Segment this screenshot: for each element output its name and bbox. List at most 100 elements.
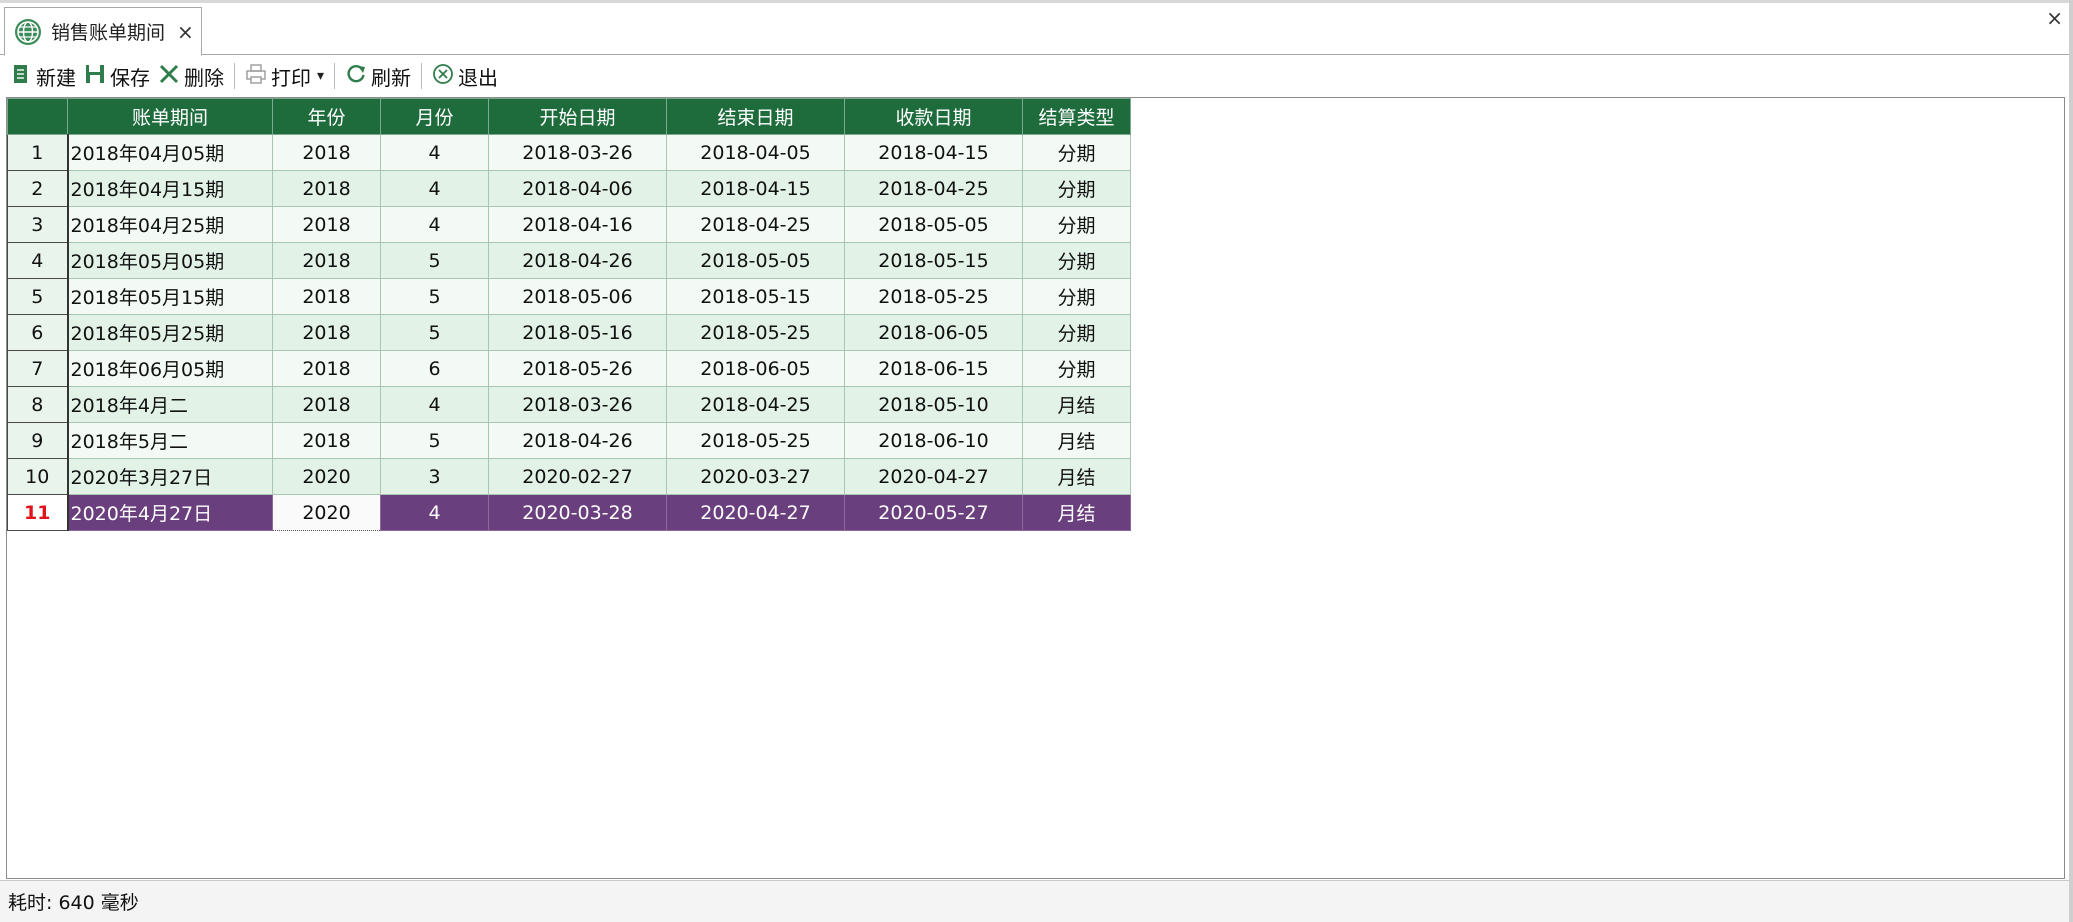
cell-settlement-type[interactable]: 分期 — [1022, 314, 1131, 351]
cell-year[interactable]: 2018 — [272, 170, 381, 207]
cell-month[interactable]: 3 — [380, 458, 489, 495]
row-number[interactable]: 7 — [7, 350, 69, 387]
cell-billing-period[interactable]: 2018年04月25期 — [67, 206, 273, 243]
tab-close-icon[interactable]: × — [177, 20, 194, 44]
cell-settlement-type[interactable]: 月结 — [1022, 458, 1131, 495]
cell-start-date[interactable]: 2018-04-06 — [488, 170, 667, 207]
cell-start-date[interactable]: 2018-03-26 — [488, 134, 667, 171]
cell-start-date[interactable]: 2018-04-16 — [488, 206, 667, 243]
cell-month[interactable]: 4 — [380, 170, 489, 207]
cell-billing-period[interactable]: 2018年05月05期 — [67, 242, 273, 279]
table-row[interactable]: 1 2018年04月05期 2018 4 2018-03-26 2018-04-… — [7, 134, 1131, 171]
cell-settlement-type[interactable]: 月结 — [1022, 386, 1131, 423]
cell-end-date[interactable]: 2018-05-15 — [666, 278, 845, 315]
cell-start-date[interactable]: 2020-02-27 — [488, 458, 667, 495]
cell-end-date[interactable]: 2018-04-05 — [666, 134, 845, 171]
new-button[interactable]: 新建 — [6, 58, 80, 94]
row-number[interactable]: 9 — [7, 422, 69, 459]
cell-billing-period[interactable]: 2020年4月27日 — [67, 494, 273, 531]
cell-year[interactable]: 2018 — [272, 350, 381, 387]
cell-settlement-type[interactable]: 分期 — [1022, 278, 1131, 315]
cell-payment-date[interactable]: 2018-04-15 — [844, 134, 1023, 171]
cell-end-date[interactable]: 2018-05-25 — [666, 314, 845, 351]
cell-payment-date[interactable]: 2018-06-05 — [844, 314, 1023, 351]
table-row[interactable]: 8 2018年4月二 2018 4 2018-03-26 2018-04-25 … — [7, 386, 1131, 423]
row-number[interactable]: 4 — [7, 242, 69, 279]
cell-month[interactable]: 4 — [380, 494, 489, 531]
chevron-down-icon[interactable]: ▾ — [317, 68, 324, 84]
cell-end-date[interactable]: 2018-05-05 — [666, 242, 845, 279]
cell-end-date[interactable]: 2018-04-15 — [666, 170, 845, 207]
table-row-selected[interactable]: 11 2020年4月27日 2020 4 2020-03-28 2020-04-… — [7, 494, 1131, 531]
cell-settlement-type[interactable]: 月结 — [1022, 494, 1131, 531]
cell-end-date[interactable]: 2020-04-27 — [666, 494, 845, 531]
cell-payment-date[interactable]: 2018-05-10 — [844, 386, 1023, 423]
cell-year[interactable]: 2018 — [272, 242, 381, 279]
cell-billing-period[interactable]: 2020年3月27日 — [67, 458, 273, 495]
cell-year-current[interactable]: 2020 — [272, 494, 381, 531]
cell-start-date[interactable]: 2018-04-26 — [488, 422, 667, 459]
cell-settlement-type[interactable]: 分期 — [1022, 206, 1131, 243]
cell-end-date[interactable]: 2018-04-25 — [666, 386, 845, 423]
cell-year[interactable]: 2018 — [272, 134, 381, 171]
table-row[interactable]: 6 2018年05月25期 2018 5 2018-05-16 2018-05-… — [7, 314, 1131, 351]
column-header-month[interactable]: 月份 — [380, 98, 489, 135]
cell-year[interactable]: 2018 — [272, 386, 381, 423]
cell-month[interactable]: 5 — [380, 278, 489, 315]
delete-button[interactable]: 删除 — [154, 58, 228, 94]
row-number[interactable]: 6 — [7, 314, 69, 351]
table-row[interactable]: 3 2018年04月25期 2018 4 2018-04-16 2018-04-… — [7, 206, 1131, 243]
cell-payment-date[interactable]: 2018-06-15 — [844, 350, 1023, 387]
cell-start-date[interactable]: 2018-04-26 — [488, 242, 667, 279]
cell-end-date[interactable]: 2020-03-27 — [666, 458, 845, 495]
column-header-settlement-type[interactable]: 结算类型 — [1022, 98, 1131, 135]
cell-payment-date[interactable]: 2018-05-15 — [844, 242, 1023, 279]
cell-month[interactable]: 4 — [380, 386, 489, 423]
cell-year[interactable]: 2020 — [272, 458, 381, 495]
table-row[interactable]: 7 2018年06月05期 2018 6 2018-05-26 2018-06-… — [7, 350, 1131, 387]
row-number[interactable]: 10 — [7, 458, 69, 495]
cell-settlement-type[interactable]: 分期 — [1022, 350, 1131, 387]
print-button[interactable]: 打印 ▾ — [241, 58, 328, 94]
column-header-year[interactable]: 年份 — [272, 98, 381, 135]
row-number[interactable]: 5 — [7, 278, 69, 315]
table-row[interactable]: 9 2018年5月二 2018 5 2018-04-26 2018-05-25 … — [7, 422, 1131, 459]
row-header-corner[interactable] — [7, 98, 68, 135]
cell-month[interactable]: 4 — [380, 134, 489, 171]
cell-start-date[interactable]: 2018-03-26 — [488, 386, 667, 423]
cell-settlement-type[interactable]: 分期 — [1022, 242, 1131, 279]
row-number[interactable]: 11 — [7, 494, 69, 531]
cell-month[interactable]: 4 — [380, 206, 489, 243]
cell-settlement-type[interactable]: 分期 — [1022, 170, 1131, 207]
cell-payment-date[interactable]: 2018-05-05 — [844, 206, 1023, 243]
table-row[interactable]: 10 2020年3月27日 2020 3 2020-02-27 2020-03-… — [7, 458, 1131, 495]
cell-year[interactable]: 2018 — [272, 206, 381, 243]
row-number[interactable]: 1 — [7, 134, 69, 171]
cell-billing-period[interactable]: 2018年4月二 — [67, 386, 273, 423]
column-header-start-date[interactable]: 开始日期 — [488, 98, 667, 135]
cell-start-date[interactable]: 2018-05-06 — [488, 278, 667, 315]
exit-button[interactable]: 退出 — [428, 58, 502, 94]
cell-year[interactable]: 2018 — [272, 278, 381, 315]
refresh-button[interactable]: 刷新 — [341, 58, 415, 94]
cell-year[interactable]: 2018 — [272, 314, 381, 351]
column-header-end-date[interactable]: 结束日期 — [666, 98, 845, 135]
cell-settlement-type[interactable]: 分期 — [1022, 134, 1131, 171]
cell-month[interactable]: 5 — [380, 314, 489, 351]
row-number[interactable]: 3 — [7, 206, 69, 243]
cell-end-date[interactable]: 2018-06-05 — [666, 350, 845, 387]
cell-payment-date[interactable]: 2018-06-10 — [844, 422, 1023, 459]
table-row[interactable]: 4 2018年05月05期 2018 5 2018-04-26 2018-05-… — [7, 242, 1131, 279]
row-number[interactable]: 2 — [7, 170, 69, 207]
window-close-icon[interactable]: × — [2046, 6, 2063, 30]
cell-payment-date[interactable]: 2018-04-25 — [844, 170, 1023, 207]
cell-month[interactable]: 6 — [380, 350, 489, 387]
cell-billing-period[interactable]: 2018年04月15期 — [67, 170, 273, 207]
cell-billing-period[interactable]: 2018年05月25期 — [67, 314, 273, 351]
cell-billing-period[interactable]: 2018年5月二 — [67, 422, 273, 459]
column-header-payment-date[interactable]: 收款日期 — [844, 98, 1023, 135]
cell-payment-date[interactable]: 2020-05-27 — [844, 494, 1023, 531]
column-header-billing-period[interactable]: 账单期间 — [67, 98, 273, 135]
cell-start-date[interactable]: 2018-05-16 — [488, 314, 667, 351]
cell-start-date[interactable]: 2018-05-26 — [488, 350, 667, 387]
